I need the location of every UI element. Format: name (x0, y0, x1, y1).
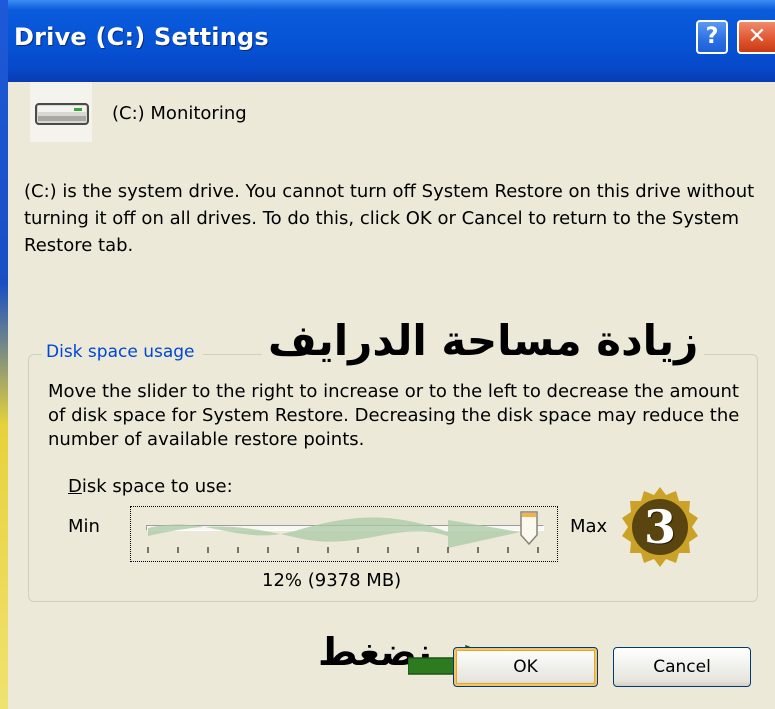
step-badge-number: 3 (643, 500, 676, 554)
title-bar[interactable]: Drive (C:) Settings ? ✕ (8, 0, 775, 82)
accelerator-key: D (68, 476, 82, 497)
disk-space-label: Disk space to use: (68, 476, 233, 497)
min-label: Min (68, 516, 100, 537)
hard-drive-icon (30, 82, 92, 142)
ok-button[interactable]: OK (453, 647, 598, 687)
system-drive-description: (C:) is the system drive. You cannot tur… (24, 181, 755, 256)
annotation-title: زيادة مساحة الدرايف (262, 316, 705, 365)
close-icon: ✕ (747, 24, 767, 49)
cancel-button[interactable]: Cancel (613, 647, 751, 687)
max-label: Max (570, 516, 608, 537)
help-button[interactable]: ? (696, 20, 728, 54)
window-title: Drive (C:) Settings (14, 23, 269, 51)
group-title: Disk space usage (42, 342, 203, 362)
drive-label: (C:) Monitoring (112, 103, 247, 124)
slider-ticks (147, 547, 539, 553)
slider-thumb[interactable] (520, 511, 538, 545)
slider-description: Move the slider to the right to increase… (48, 381, 740, 450)
close-button[interactable]: ✕ (737, 20, 775, 54)
usage-value: 12% (9378 MB) (262, 570, 402, 591)
disk-space-label-text: isk space to use: (81, 476, 233, 497)
